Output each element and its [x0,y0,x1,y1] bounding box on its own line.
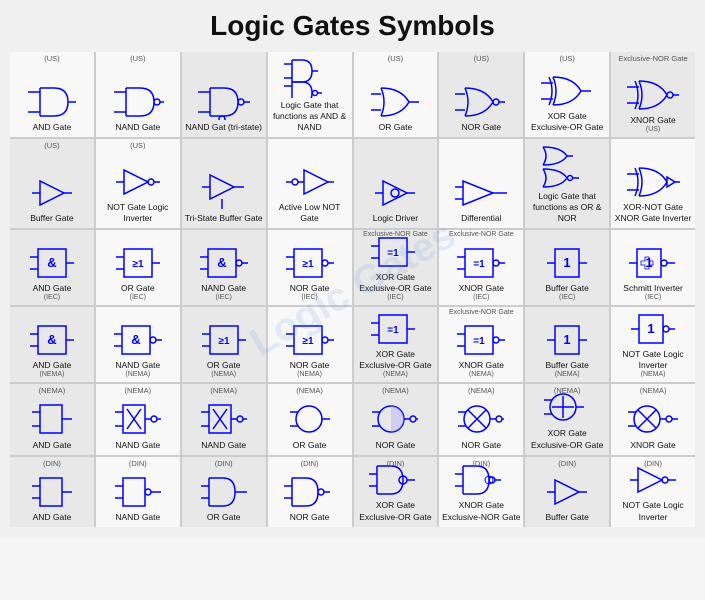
nema-xor-gate: (NEMA) XOR Gate Exclusive-OR Gate [525,384,609,454]
svg-text:&: & [131,332,140,347]
din-and-gate: (DIN) AND Gate [10,457,94,527]
svg-text:1: 1 [564,332,571,347]
din-xnor-gate: (DIN) XNOR Gate Exclusive-NOR Gate [439,457,523,527]
logic-driver: Logic Driver [354,139,438,228]
xor-not-gate: XOR-NOT Gate XNOR Gate Inverter [611,139,695,228]
iec2-nor-gate: ≥1 NOR Gate (NEMA) [268,307,352,382]
din-buffer-gate: (DIN) Buffer Gate [525,457,609,527]
svg-text:≥1: ≥1 [302,259,313,270]
svg-text:=1: =1 [388,325,400,336]
active-low-not: Active Low NOT Gate [268,139,352,228]
iec2-or-gate: ≥1 OR Gate (NEMA) [182,307,266,382]
svg-text:=1: =1 [474,336,486,347]
differential: Differential [439,139,523,228]
nand-gate-us: (US) NAND Gate [96,52,180,137]
iec-xnor-gate: Exclusive-NOR Gate =1 XNOR Gate (IEC) [439,230,523,305]
svg-text:=1: =1 [388,248,400,259]
logic-gate-and-nand: Logic Gate that functions as AND & NAND [268,52,352,137]
din-nor-gate: (DIN) NOR Gate [268,457,352,527]
iec2-not-gate: 1 NOT Gate Logic Inverter (NEMA) [611,307,695,382]
nema-nand-gate: (NEMA) NAND Gate [96,384,180,454]
iec2-and-gate: & AND Gate (NEMA) [10,307,94,382]
iec-nor-gate: ≥1 NOR Gate (IEC) [268,230,352,305]
nor-gate-us: (US) NOR Gate [439,52,523,137]
din-nand-gate: (DIN) NAND Gate [96,457,180,527]
nema-and-gate: (NEMA) AND Gate [10,384,94,454]
iec-or-gate: ≥1 OR Gate (IEC) [96,230,180,305]
iec2-buffer-gate: 1 Buffer Gate (NEMA) [525,307,609,382]
schmitt-inverter: 1 Schmitt Inverter (IEC) [611,230,695,305]
xor-gate-us: (US) XOR Gate Exclusive-OR Gate [525,52,609,137]
page-title: Logic Gates Symbols [10,10,695,42]
iec-nand-gate: & NAND Gate (IEC) [182,230,266,305]
din-or-gate: (DIN) OR Gate [182,457,266,527]
svg-text:1: 1 [564,255,571,270]
nand-gate-tri: NAND Gat (tri-state) [182,52,266,137]
logic-gate-or-nor: Logic Gate that functions as OR & NOR [525,139,609,228]
iec2-xor-gate: =1 XOR Gate Exclusive-OR Gate (NEMA) [354,307,438,382]
svg-text:=1: =1 [474,259,486,270]
din-not-gate: (DIN) NOT Gate Logic Inverter [611,457,695,527]
svg-text:&: & [217,255,226,270]
tri-state-buffer: Tri-State Buffer Gate [182,139,266,228]
or-gate-us: (US) OR Gate [354,52,438,137]
nema-nor-gate: (NEMA) NOR Gate [354,384,438,454]
din-xor-gate: (DIN) XOR Gate Exclusive-OR Gate [354,457,438,527]
iec-buffer-gate: 1 Buffer Gate (IEC) [525,230,609,305]
buffer-gate: (US) Buffer Gate [10,139,94,228]
iec2-nand-gate: & NAND Gate (NEMA) [96,307,180,382]
nema-nor-gate2: (NEMA) NOR Gate [439,384,523,454]
nema-nand-gate2: (NEMA) NAND Gate [182,384,266,454]
xnor-gate-us: Exclusive-NOR Gate XNOR Gate (US) [611,52,695,137]
svg-text:≥1: ≥1 [302,336,313,347]
iec2-xnor-gate: Exclusive-NOR Gate =1 XNOR Gate (NEMA) [439,307,523,382]
nema-xnor-gate: (NEMA) XNOR Gate [611,384,695,454]
svg-text:1: 1 [647,321,654,336]
iec-xor-gate: Exclusive-NOR Gate =1 XOR Gate Exclusive… [354,230,438,305]
svg-text:&: & [47,332,56,347]
svg-text:≥1: ≥1 [132,259,143,270]
page: Logic Gates Symbols Logic Gates (US) AND… [0,0,705,537]
symbol-grid: (US) AND Gate (US) [10,52,695,527]
svg-text:&: & [47,255,56,270]
and-gate-us: (US) AND Gate [10,52,94,137]
iec-and-gate: & AND Gate (IEC) [10,230,94,305]
svg-text:≥1: ≥1 [218,336,229,347]
not-gate: (US) NOT Gate Logic Inverter [96,139,180,228]
nema-or-gate: (NEMA) OR Gate [268,384,352,454]
